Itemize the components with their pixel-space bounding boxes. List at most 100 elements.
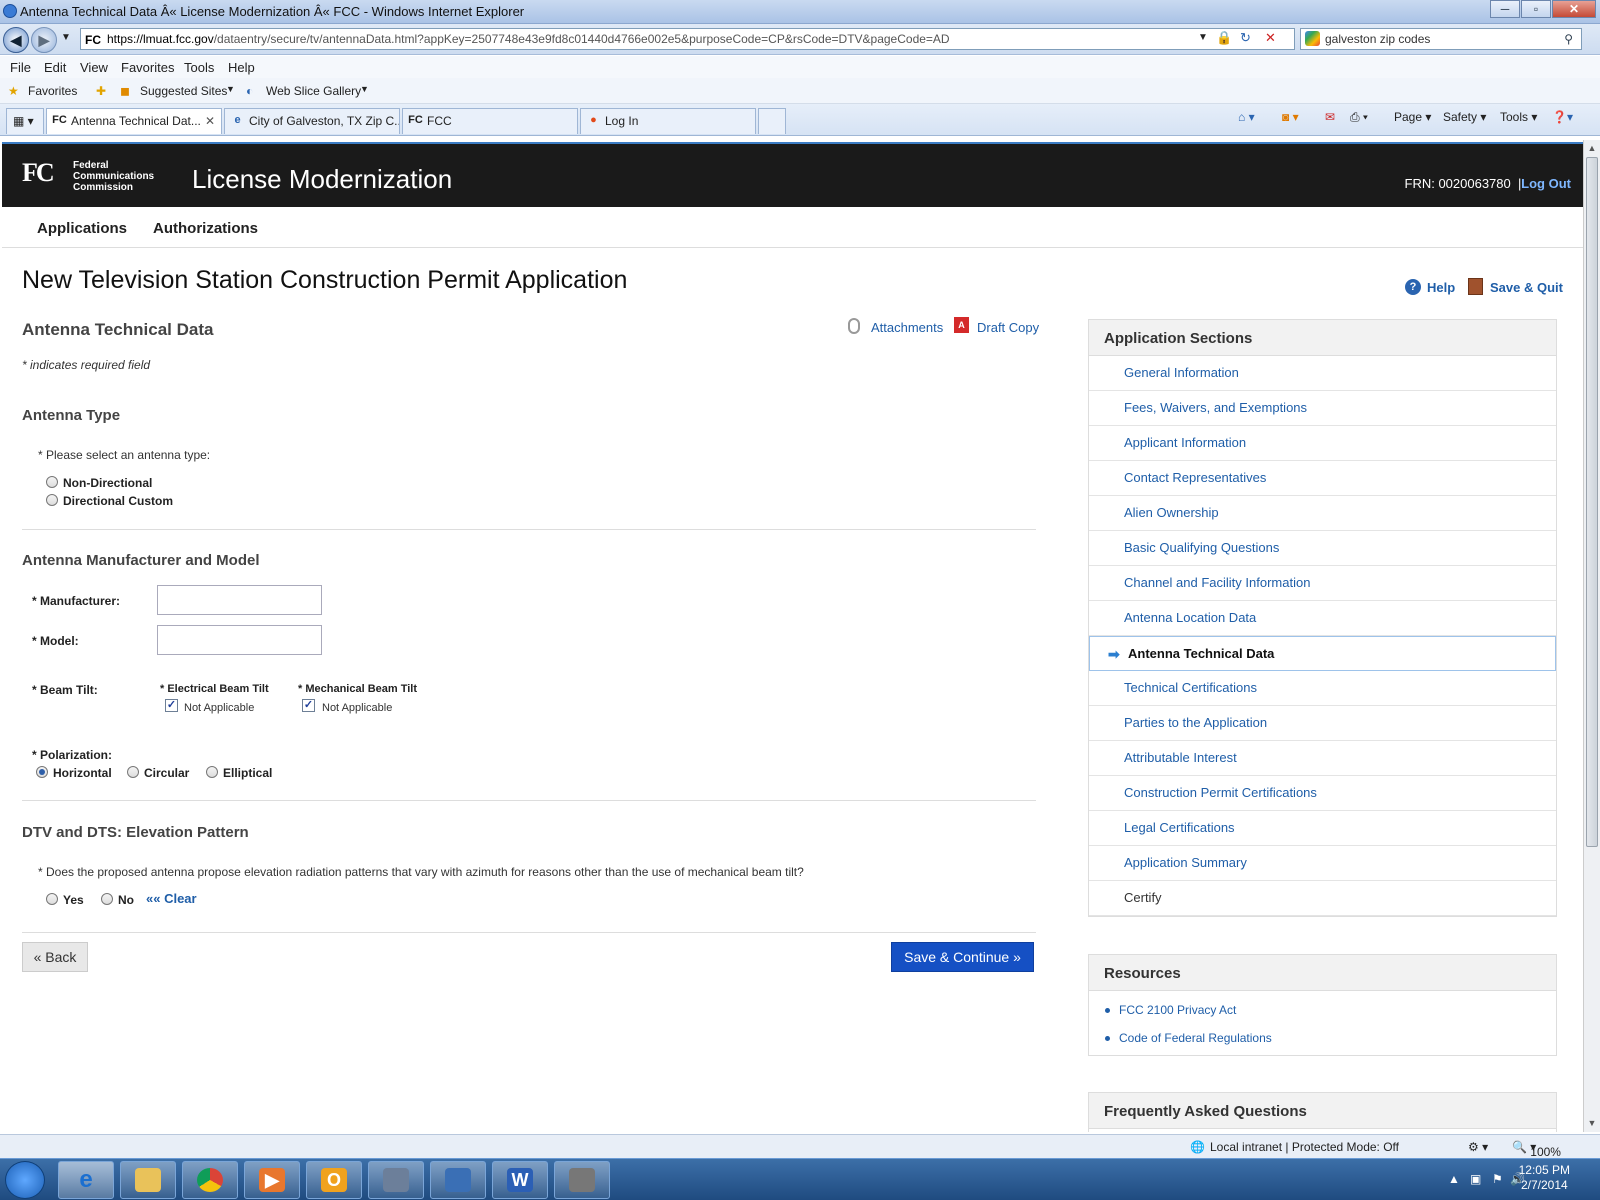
taskbar-word[interactable]: W [492, 1161, 548, 1199]
scroll-thumb[interactable] [1586, 157, 1598, 847]
taskbar-explorer[interactable] [120, 1161, 176, 1199]
taskbar-chrome[interactable] [182, 1161, 238, 1199]
electrical-na-label[interactable]: Not Applicable [184, 702, 254, 714]
elevation-no-label[interactable]: No [118, 893, 134, 907]
sidebar-item-alien-ownership[interactable]: Alien Ownership [1089, 496, 1556, 531]
resource-link-privacy-act[interactable]: FCC 2100 Privacy Act [1089, 996, 1556, 1024]
zoom-level[interactable]: 🔍 100% ▾ [1512, 1140, 1561, 1159]
security-zone[interactable]: Local intranet | Protected Mode: Off [1210, 1140, 1399, 1154]
back-button[interactable]: « Back [22, 942, 88, 972]
address-bar[interactable]: FC https://lmuat.fcc.gov/dataentry/secur… [80, 28, 1295, 50]
elevation-yes-label[interactable]: Yes [63, 893, 84, 907]
nav-authorizations[interactable]: Authorizations [153, 220, 258, 237]
sidebar-item-antenna-technical-data[interactable]: ➡ Antenna Technical Data [1089, 636, 1556, 671]
mail-icon[interactable]: ✉ [1325, 110, 1335, 124]
add-favorite-icon[interactable]: ✚ [96, 84, 106, 98]
system-clock[interactable]: 12:05 PM 2/7/2014 [1519, 1163, 1570, 1193]
address-dropdown-icon[interactable]: ▼ [1198, 28, 1208, 48]
circular-label[interactable]: Circular [144, 766, 189, 780]
start-button[interactable] [5, 1161, 45, 1199]
elevation-no-radio[interactable] [101, 893, 113, 905]
taskbar-network[interactable] [430, 1161, 486, 1199]
taskbar-ie[interactable]: e [58, 1161, 114, 1199]
sidebar-item-technical-certifications[interactable]: Technical Certifications [1089, 671, 1556, 706]
horizontal-label[interactable]: Horizontal [53, 766, 112, 780]
sidebar-item-antenna-location-data[interactable]: Antenna Location Data [1089, 601, 1556, 636]
elevation-yes-radio[interactable] [46, 893, 58, 905]
save-quit-icon[interactable] [1468, 278, 1483, 295]
attachments-link[interactable]: Attachments [871, 320, 943, 335]
lock-icon[interactable]: 🔒 [1216, 28, 1232, 48]
fcc-logo[interactable]: FC [22, 158, 62, 192]
non-directional-label[interactable]: Non-Directional [63, 476, 152, 490]
refresh-icon[interactable]: ↻ [1240, 28, 1251, 48]
circular-radio[interactable] [127, 766, 139, 778]
tools-menu[interactable]: Tools ▾ [1500, 110, 1537, 124]
save-continue-button[interactable]: Save & Continue » [891, 942, 1034, 972]
mechanical-na-label[interactable]: Not Applicable [322, 702, 392, 714]
sidebar-item-general-information[interactable]: General Information [1089, 356, 1556, 391]
protected-mode-icon[interactable]: ⚙ ▾ [1468, 1140, 1488, 1154]
scroll-up-icon[interactable]: ▲ [1584, 140, 1600, 156]
draft-copy-link[interactable]: Draft Copy [977, 320, 1039, 335]
tab-antenna-technical-data[interactable]: FC Antenna Technical Dat... ✕ [46, 108, 222, 134]
elliptical-radio[interactable] [206, 766, 218, 778]
home-icon[interactable]: ⌂ ▾ [1238, 110, 1255, 124]
taskbar-outlook[interactable]: O [306, 1161, 362, 1199]
electrical-na-checkbox[interactable]: ✓ [165, 699, 178, 712]
suggested-sites-link[interactable]: Suggested Sites [140, 84, 227, 98]
help-link[interactable]: Help [1427, 280, 1455, 295]
new-tab-button[interactable] [758, 108, 786, 134]
taskbar-app-lock[interactable] [368, 1161, 424, 1199]
paperclip-icon[interactable] [848, 318, 860, 334]
search-box[interactable]: galveston zip codes ⚲ [1300, 28, 1582, 50]
sidebar-item-fees-waivers-and-exemptions[interactable]: Fees, Waivers, and Exemptions [1089, 391, 1556, 426]
help-menu-icon[interactable]: ❓▾ [1552, 110, 1573, 124]
menu-edit[interactable]: Edit [44, 60, 66, 75]
forward-nav-button[interactable]: ▶ [31, 27, 57, 53]
search-input[interactable]: galveston zip codes [1325, 32, 1430, 46]
sidebar-item-application-summary[interactable]: Application Summary [1089, 846, 1556, 881]
taskbar-device[interactable] [554, 1161, 610, 1199]
tab-log-in[interactable]: ● Log In [580, 108, 756, 134]
quick-tabs-button[interactable]: ▦ ▾ [6, 108, 44, 134]
minimize-button[interactable]: ─ [1490, 0, 1520, 18]
search-icon[interactable]: ⚲ [1564, 29, 1573, 49]
sidebar-item-channel-and-facility-information[interactable]: Channel and Facility Information [1089, 566, 1556, 601]
sidebar-item-applicant-information[interactable]: Applicant Information [1089, 426, 1556, 461]
tray-arrow-icon[interactable]: ▲ [1448, 1172, 1460, 1186]
resource-link-cfr[interactable]: Code of Federal Regulations [1089, 1024, 1556, 1052]
sidebar-item-basic-qualifying-questions[interactable]: Basic Qualifying Questions [1089, 531, 1556, 566]
safety-menu[interactable]: Safety ▾ [1443, 110, 1486, 124]
menu-help[interactable]: Help [228, 60, 255, 75]
back-nav-button[interactable]: ◀ [3, 27, 29, 53]
sidebar-item-legal-certifications[interactable]: Legal Certifications [1089, 811, 1556, 846]
menu-tools[interactable]: Tools [184, 60, 214, 75]
manufacturer-field[interactable] [157, 585, 322, 615]
chevron-down-icon[interactable]: ▼ [226, 84, 235, 94]
mechanical-na-checkbox[interactable]: ✓ [302, 699, 315, 712]
sidebar-item-construction-permit-certifications[interactable]: Construction Permit Certifications [1089, 776, 1556, 811]
save-quit-link[interactable]: Save & Quit [1490, 280, 1563, 295]
stop-icon[interactable]: ✕ [1265, 28, 1276, 48]
tab-galveston[interactable]: e City of Galveston, TX Zip C... [224, 108, 400, 134]
print-icon[interactable]: ⎙ ▾ [1350, 110, 1368, 125]
sidebar-item-contact-representatives[interactable]: Contact Representatives [1089, 461, 1556, 496]
page-menu[interactable]: Page ▾ [1394, 110, 1431, 124]
directional-custom-label[interactable]: Directional Custom [63, 494, 173, 508]
menu-favorites[interactable]: Favorites [121, 60, 174, 75]
sidebar-item-certify[interactable]: Certify [1089, 881, 1556, 916]
tray-network-icon[interactable]: ▣ [1470, 1172, 1481, 1186]
help-icon[interactable]: ? [1405, 279, 1421, 295]
menu-view[interactable]: View [80, 60, 108, 75]
close-window-button[interactable]: ✕ [1552, 0, 1596, 18]
chevron-down-icon[interactable]: ▼ [360, 84, 369, 94]
maximize-button[interactable]: ▫ [1521, 0, 1551, 18]
feeds-icon[interactable]: ◙ ▾ [1282, 110, 1299, 124]
clear-link[interactable]: «« Clear [146, 891, 197, 906]
horizontal-radio[interactable] [36, 766, 48, 778]
tray-flag-icon[interactable]: ⚑ [1492, 1172, 1503, 1186]
scroll-down-icon[interactable]: ▼ [1584, 1115, 1600, 1131]
taskbar-media[interactable]: ▶ [244, 1161, 300, 1199]
web-slice-gallery-link[interactable]: Web Slice Gallery [266, 84, 361, 98]
